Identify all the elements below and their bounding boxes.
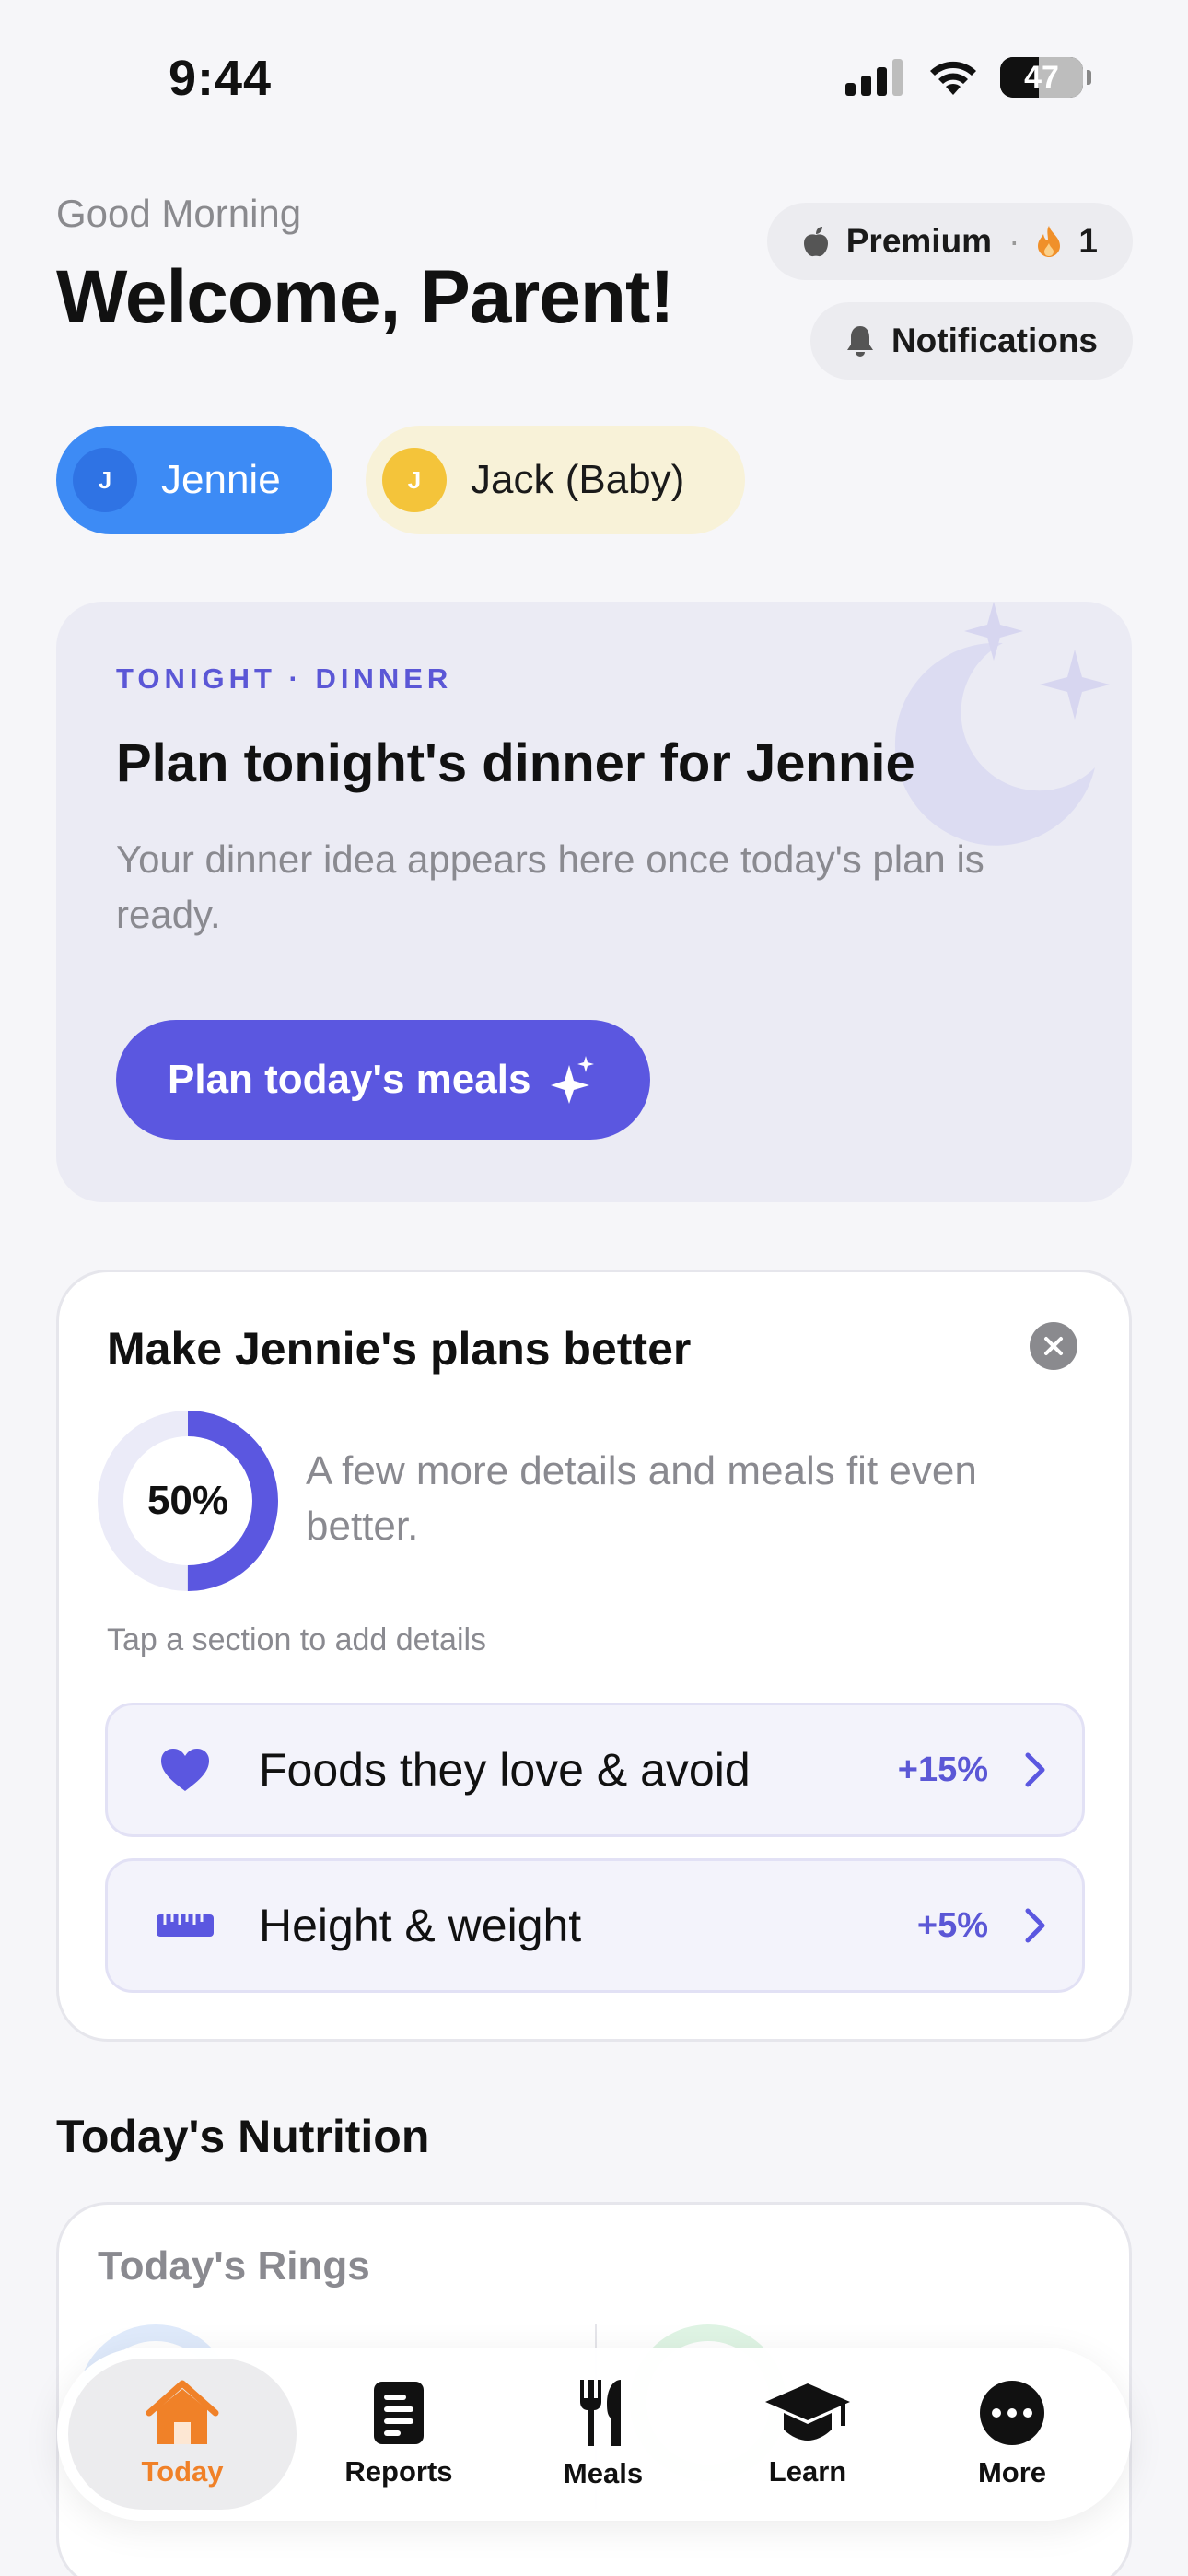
chevron-right-icon <box>1025 1752 1045 1787</box>
height-weight-row[interactable]: Height & weight +5% <box>105 1858 1085 1993</box>
document-icon <box>374 2382 424 2444</box>
premium-badge[interactable]: Premium · 1 <box>766 203 1133 280</box>
tap-hint: Tap a section to add details <box>107 1622 487 1657</box>
wifi-icon <box>930 61 976 95</box>
row-percentage: +15% <box>897 1750 988 1789</box>
flame-icon <box>1038 226 1061 257</box>
tab-bar: Today Reports Meals Learn More <box>57 2348 1131 2521</box>
ellipsis-icon <box>980 2381 1044 2445</box>
row-label: Height & weight <box>259 1900 582 1951</box>
section-heading-nutrition: Today's Nutrition <box>56 2111 430 2162</box>
page-title: Welcome, Parent! <box>56 255 675 339</box>
dinner-description: Your dinner idea appears here once today… <box>116 837 984 936</box>
dinner-title: Plan tonight's dinner for Jennie <box>116 733 915 793</box>
row-label: Foods they love & avoid <box>259 1744 751 1796</box>
plan-meals-label: Plan today's meals <box>168 1057 531 1102</box>
house-icon <box>146 2380 219 2444</box>
tab-label: Reports <box>344 2455 453 2488</box>
foods-preferences-row[interactable]: Foods they love & avoid +15% <box>105 1703 1085 1837</box>
dinner-tag: TONIGHT · DINNER <box>116 662 453 695</box>
improve-plans-card: Make Jennie's plans better 50% A few mor… <box>56 1270 1132 2042</box>
greeting: Good Morning <box>56 192 302 235</box>
plan-meals-button[interactable]: Plan today's meals <box>116 1020 650 1140</box>
tab-today[interactable]: Today <box>68 2359 297 2510</box>
row-percentage: +5% <box>916 1905 988 1945</box>
tab-more[interactable]: More <box>910 2359 1114 2510</box>
tab-meals[interactable]: Meals <box>501 2359 705 2510</box>
sparkles-icon <box>551 1056 595 1104</box>
profile-name: Jennie <box>161 457 281 502</box>
chevron-right-icon <box>1025 1908 1045 1943</box>
battery-level: 47 <box>1024 59 1059 95</box>
notifications-label: Notifications <box>891 322 1098 359</box>
fork-knife-icon <box>580 2380 621 2446</box>
heart-icon <box>161 1749 209 1791</box>
close-button[interactable] <box>1030 1322 1077 1370</box>
avatar: J <box>73 448 137 512</box>
tab-reports[interactable]: Reports <box>297 2359 501 2510</box>
separator-dot: · <box>1008 222 1020 260</box>
profile-chip-jennie[interactable]: J Jennie <box>56 426 332 534</box>
close-icon <box>1044 1337 1063 1355</box>
tonight-dinner-card: TONIGHT · DINNER Plan tonight's dinner f… <box>56 602 1132 1202</box>
progress-label: 50% <box>146 1478 229 1523</box>
profile-name: Jack (Baby) <box>471 457 685 502</box>
improve-description: A few more details and meals fit even be… <box>306 1448 977 1549</box>
tab-label: Meals <box>563 2457 644 2489</box>
tab-label: More <box>977 2456 1047 2488</box>
status-bar: 9:44 47 <box>0 0 1188 157</box>
profile-chip-jack[interactable]: J Jack (Baby) <box>366 426 745 534</box>
notifications-button[interactable]: Notifications <box>809 302 1133 380</box>
apple-icon <box>803 227 828 257</box>
graduation-cap-icon <box>765 2383 850 2441</box>
avatar: J <box>382 448 447 512</box>
streak-count: 1 <box>1078 222 1098 260</box>
tab-label: Learn <box>768 2455 847 2488</box>
battery-indicator: 47 <box>1000 57 1091 98</box>
status-icons: 47 <box>845 57 1091 98</box>
improve-title: Make Jennie's plans better <box>107 1323 692 1375</box>
ruler-icon <box>157 1914 214 1937</box>
premium-label: Premium <box>845 222 993 260</box>
signal-icon <box>845 59 903 96</box>
tab-learn[interactable]: Learn <box>705 2359 910 2510</box>
status-time: 9:44 <box>169 51 273 106</box>
bell-icon <box>846 326 873 357</box>
rings-title: Today's Rings <box>98 2243 370 2289</box>
tab-label: Today <box>141 2455 224 2488</box>
